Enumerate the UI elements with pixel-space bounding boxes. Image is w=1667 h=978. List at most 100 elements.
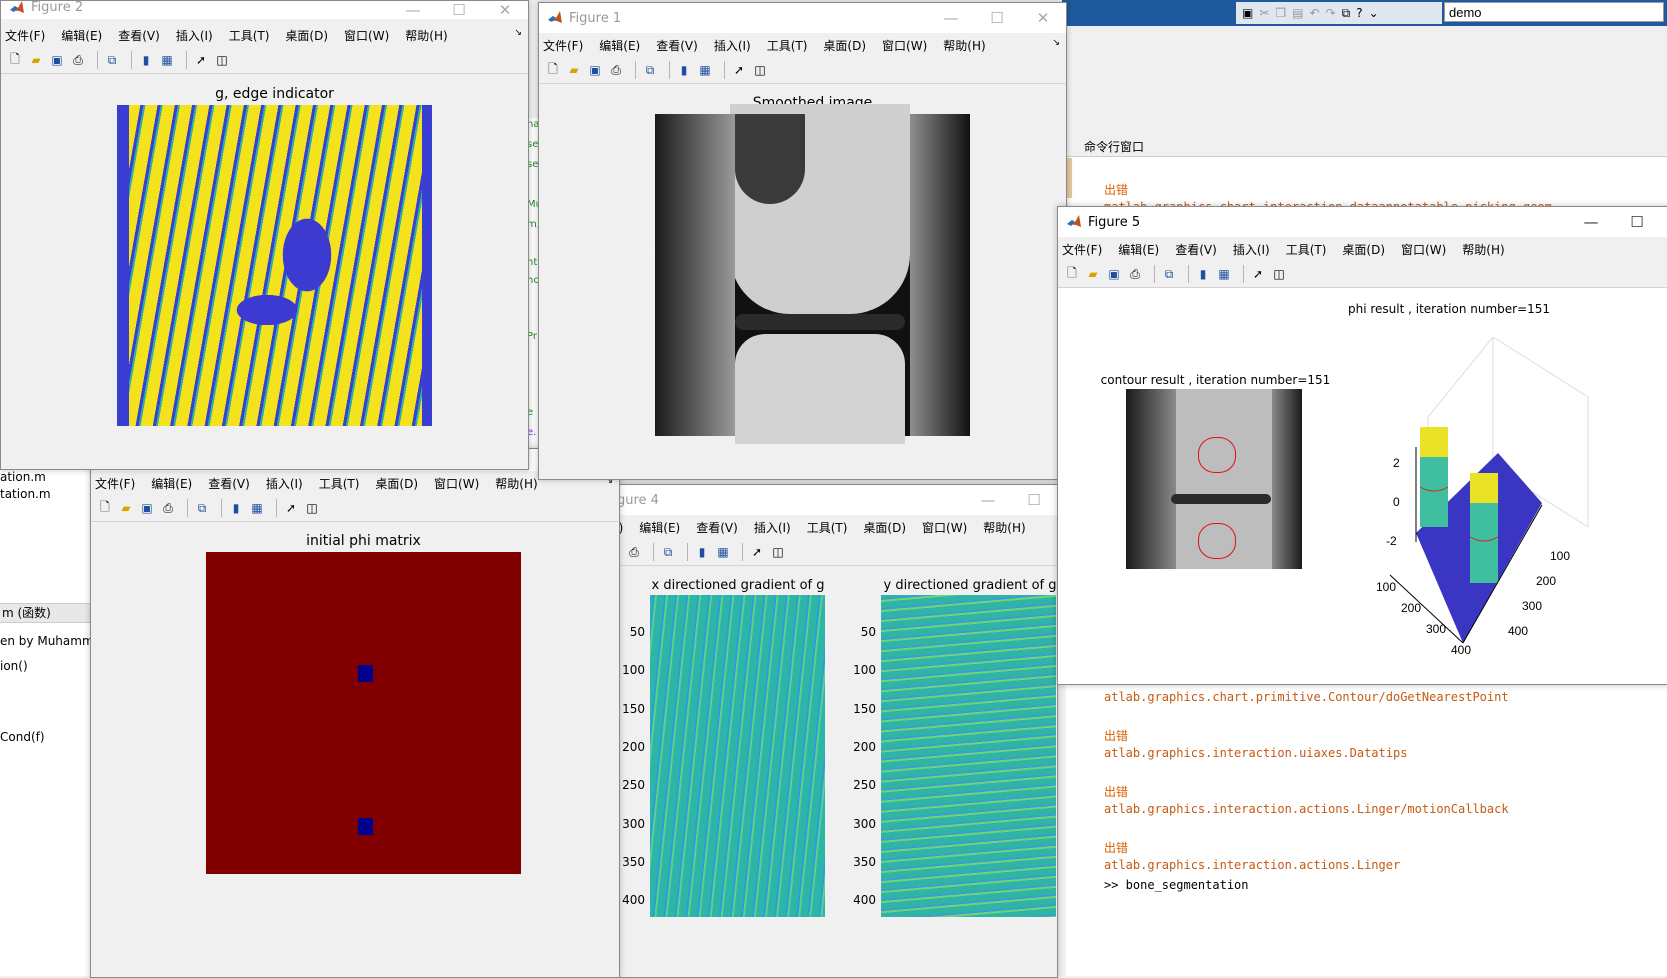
menu-insert[interactable]: 插入(I) bbox=[176, 27, 213, 44]
figure-4-titlebar[interactable]: gure 4 — ☐ bbox=[599, 485, 1057, 515]
console-link[interactable]: atlab.graphics.interaction.uiaxes.Datati… bbox=[1104, 746, 1407, 760]
menu-desktop[interactable]: 桌面(D) bbox=[823, 37, 866, 54]
menu-help[interactable]: 帮助(H) bbox=[983, 519, 1025, 536]
switch-windows-icon[interactable]: ⧉ bbox=[1342, 6, 1351, 21]
property-editor-icon[interactable]: ◫ bbox=[214, 52, 230, 68]
open-icon[interactable]: ▰ bbox=[566, 62, 582, 78]
minimize-button[interactable]: — bbox=[965, 485, 1011, 515]
print-icon[interactable]: ⎙ bbox=[70, 52, 86, 68]
new-figure-icon[interactable]: 🗋 bbox=[97, 500, 113, 516]
minimize-button[interactable]: — bbox=[928, 3, 974, 33]
property-editor-icon[interactable]: ◫ bbox=[304, 500, 320, 516]
figure-4-window[interactable]: gure 4 —☐ 文件(F) 编辑(E) 查看(V) 插入(I) 工具(T) … bbox=[598, 484, 1058, 978]
figure-5-titlebar[interactable]: Figure 5 —☐✕ bbox=[1058, 207, 1667, 237]
menu-help[interactable]: 帮助(H) bbox=[943, 37, 985, 54]
print-icon[interactable]: ⎙ bbox=[626, 544, 642, 560]
figure-1-window[interactable]: Figure 1 — ☐ ✕ 文件(F) 编辑(E) 查看(V) 插入(I) 工具(… bbox=[538, 2, 1067, 480]
command-prompt[interactable]: >> bone_segmentation bbox=[1104, 878, 1249, 892]
menu-desktop[interactable]: 桌面(D) bbox=[863, 519, 906, 536]
console-link[interactable]: atlab.graphics.interaction.actions.Linge… bbox=[1104, 858, 1400, 872]
legend-icon[interactable]: ▦ bbox=[249, 500, 265, 516]
help-icon[interactable]: ? bbox=[1356, 6, 1362, 20]
new-figure-icon[interactable]: 🗋 bbox=[7, 52, 23, 68]
maximize-button[interactable]: ☐ bbox=[436, 1, 482, 25]
menu-view[interactable]: 查看(V) bbox=[208, 475, 250, 492]
maximize-button[interactable]: ☐ bbox=[1614, 207, 1660, 237]
phi-surface-plot[interactable]: 2 0 -2 100 200 300 400 100 200 300 400 bbox=[1328, 327, 1667, 667]
y-gradient-image[interactable] bbox=[881, 595, 1056, 917]
pointer-icon[interactable]: ➚ bbox=[193, 52, 209, 68]
link-plot-icon[interactable]: ⧉ bbox=[194, 500, 210, 516]
colorbar-icon[interactable]: ▮ bbox=[676, 62, 692, 78]
legend-icon[interactable]: ▦ bbox=[715, 544, 731, 560]
legend-icon[interactable]: ▦ bbox=[1216, 266, 1232, 282]
link-plot-icon[interactable]: ⧉ bbox=[104, 52, 120, 68]
new-figure-icon[interactable]: 🗋 bbox=[545, 62, 561, 78]
save-icon[interactable]: ▣ bbox=[139, 500, 155, 516]
chevron-icon[interactable]: ↘ bbox=[514, 28, 522, 38]
save-icon[interactable]: ▣ bbox=[587, 62, 603, 78]
undo-icon[interactable]: ↶ bbox=[1310, 6, 1320, 20]
chevron-icon[interactable]: ↘ bbox=[1052, 38, 1060, 48]
menu-file[interactable]: 文件(F) bbox=[95, 475, 135, 492]
close-button[interactable]: ✕ bbox=[482, 1, 528, 25]
contour-result-image[interactable] bbox=[1126, 389, 1302, 569]
link-plot-icon[interactable]: ⧉ bbox=[1161, 266, 1177, 282]
copy-icon[interactable]: ❐ bbox=[1275, 6, 1286, 20]
print-icon[interactable]: ⎙ bbox=[160, 500, 176, 516]
print-icon[interactable]: ⎙ bbox=[1127, 266, 1143, 282]
phi-matrix-image[interactable] bbox=[206, 552, 521, 874]
menu-window[interactable]: 窗口(W) bbox=[922, 519, 967, 536]
figure-1-titlebar[interactable]: Figure 1 — ☐ ✕ bbox=[539, 3, 1066, 33]
open-icon[interactable]: ▰ bbox=[1085, 266, 1101, 282]
menu-file[interactable]: 文件(F) bbox=[543, 37, 583, 54]
pointer-icon[interactable]: ➚ bbox=[283, 500, 299, 516]
open-icon[interactable]: ▰ bbox=[118, 500, 134, 516]
menu-window[interactable]: 窗口(W) bbox=[434, 475, 479, 492]
menu-insert[interactable]: 插入(I) bbox=[754, 519, 791, 536]
menu-tools[interactable]: 工具(T) bbox=[229, 27, 270, 44]
menu-edit[interactable]: 编辑(E) bbox=[639, 519, 680, 536]
menu-help[interactable]: 帮助(H) bbox=[1462, 241, 1504, 258]
smoothed-image[interactable] bbox=[655, 104, 970, 444]
close-button[interactable]: ✕ bbox=[1660, 207, 1667, 237]
menu-help[interactable]: 帮助(H) bbox=[405, 27, 447, 44]
menu-desktop[interactable]: 桌面(D) bbox=[285, 27, 328, 44]
search-documentation-input[interactable] bbox=[1444, 2, 1664, 22]
property-editor-icon[interactable]: ◫ bbox=[752, 62, 768, 78]
maximize-button[interactable]: ☐ bbox=[974, 3, 1020, 33]
property-editor-icon[interactable]: ◫ bbox=[1271, 266, 1287, 282]
print-icon[interactable]: ⎙ bbox=[608, 62, 624, 78]
link-plot-icon[interactable]: ⧉ bbox=[660, 544, 676, 560]
console-link[interactable]: atlab.graphics.interaction.actions.Linge… bbox=[1104, 802, 1509, 816]
console-link[interactable]: atlab.graphics.chart.primitive.Contour/d… bbox=[1104, 690, 1509, 704]
open-icon[interactable]: ▰ bbox=[28, 52, 44, 68]
colorbar-icon[interactable]: ▮ bbox=[1195, 266, 1211, 282]
pointer-icon[interactable]: ➚ bbox=[749, 544, 765, 560]
pointer-icon[interactable]: ➚ bbox=[731, 62, 747, 78]
pointer-icon[interactable]: ➚ bbox=[1250, 266, 1266, 282]
menu-edit[interactable]: 编辑(E) bbox=[151, 475, 192, 492]
dropdown-icon[interactable]: ⌄ bbox=[1369, 6, 1379, 20]
file-browser-item[interactable]: ation.m bbox=[0, 470, 46, 484]
menu-tools[interactable]: 工具(T) bbox=[1286, 241, 1327, 258]
redo-icon[interactable]: ↷ bbox=[1326, 6, 1336, 20]
menu-view[interactable]: 查看(V) bbox=[118, 27, 160, 44]
menu-view[interactable]: 查看(V) bbox=[696, 519, 738, 536]
figure-2-window[interactable]: Figure 2 — ☐ ✕ 文件(F) 编辑(E) 查看(V) 插入(I) 工具(… bbox=[0, 0, 529, 470]
minimize-button[interactable]: — bbox=[1568, 207, 1614, 237]
figure-2-titlebar[interactable]: Figure 2 — ☐ ✕ bbox=[1, 1, 528, 19]
figure-5-window[interactable]: Figure 5 —☐✕ 文件(F) 编辑(E) 查看(V) 插入(I) 工具(… bbox=[1057, 206, 1667, 685]
paste-icon[interactable]: ▤ bbox=[1292, 6, 1303, 20]
menu-edit[interactable]: 编辑(E) bbox=[61, 27, 102, 44]
x-gradient-image[interactable] bbox=[650, 595, 825, 917]
menu-desktop[interactable]: 桌面(D) bbox=[375, 475, 418, 492]
menu-view[interactable]: 查看(V) bbox=[1175, 241, 1217, 258]
colorbar-icon[interactable]: ▮ bbox=[138, 52, 154, 68]
legend-icon[interactable]: ▦ bbox=[159, 52, 175, 68]
menu-desktop[interactable]: 桌面(D) bbox=[1342, 241, 1385, 258]
menu-view[interactable]: 查看(V) bbox=[656, 37, 698, 54]
menu-insert[interactable]: 插入(I) bbox=[1233, 241, 1270, 258]
close-button[interactable]: ✕ bbox=[1020, 3, 1066, 33]
menu-window[interactable]: 窗口(W) bbox=[1401, 241, 1446, 258]
